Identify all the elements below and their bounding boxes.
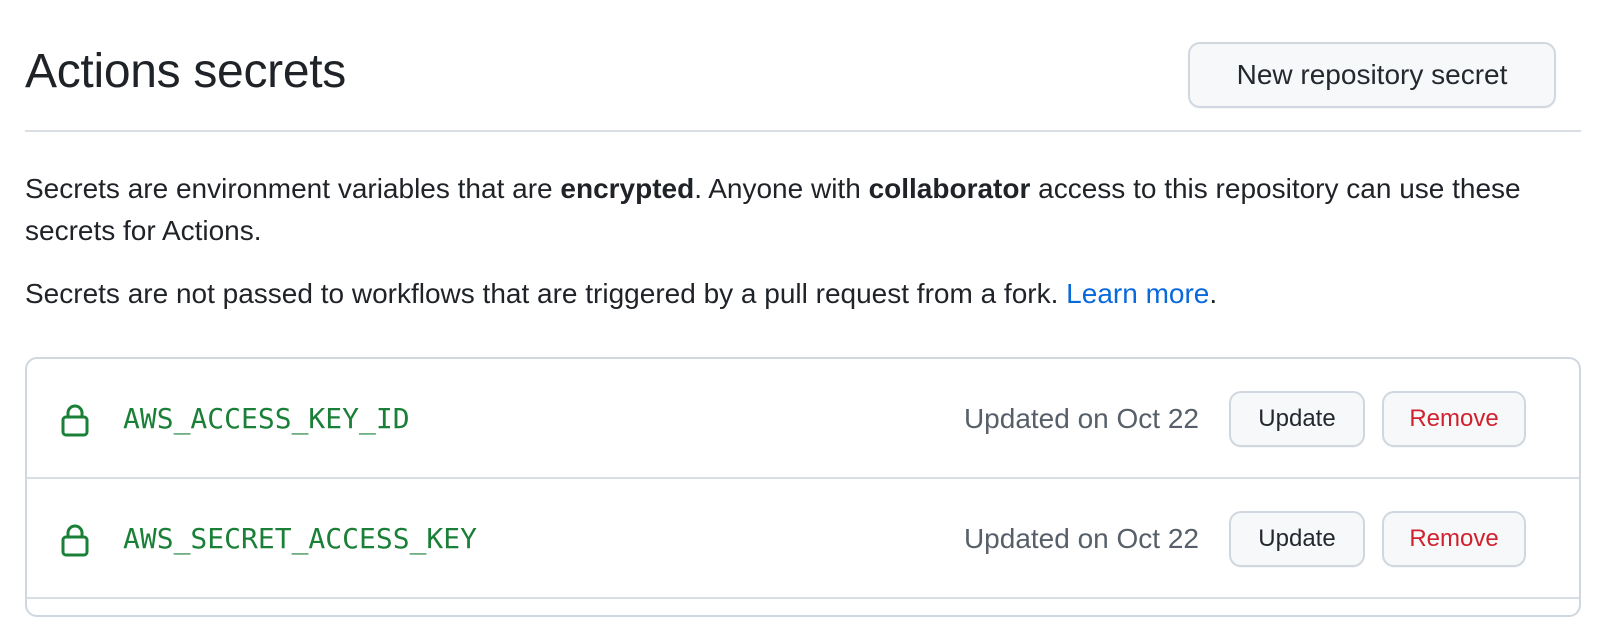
fork-note-text: Secrets are not passed to workflows that… [25, 278, 1067, 309]
fork-note: Secrets are not passed to workflows that… [25, 273, 1565, 315]
encrypted-emphasis: encrypted [560, 173, 695, 204]
secret-name: AWS_SECRET_ACCESS_KEY [123, 522, 478, 555]
secret-row: AWS_ACCESS_KEY_ID Updated on Oct 22 Upda… [27, 359, 1579, 479]
fork-note-end: . [1209, 278, 1218, 309]
learn-more-link[interactable]: Learn more [1066, 278, 1209, 309]
description-text: . Anyone with [694, 173, 869, 204]
secret-updated-date: Updated on Oct 22 [963, 403, 1199, 434]
page-title: Actions secrets [25, 45, 346, 98]
secret-row: AWS_SECRET_ACCESS_KEY Updated on Oct 22 … [27, 479, 1579, 599]
secret-name: AWS_ACCESS_KEY_ID [123, 402, 410, 435]
update-secret-button[interactable]: Update [1229, 391, 1365, 447]
lock-icon [61, 404, 89, 437]
new-repository-secret-button[interactable]: New repository secret [1188, 42, 1556, 108]
secrets-description: Secrets are environment variables that a… [25, 168, 1565, 252]
lock-icon [61, 524, 89, 557]
remove-secret-button[interactable]: Remove [1382, 511, 1526, 567]
collaborator-emphasis: collaborator [868, 173, 1031, 204]
secret-updated-date: Updated on Oct 22 [963, 523, 1199, 554]
remove-secret-button[interactable]: Remove [1382, 391, 1526, 447]
secrets-list: AWS_ACCESS_KEY_ID Updated on Oct 22 Upda… [25, 357, 1581, 617]
update-secret-button[interactable]: Update [1229, 511, 1365, 567]
description-text: Secrets are environment variables that a… [25, 173, 561, 204]
